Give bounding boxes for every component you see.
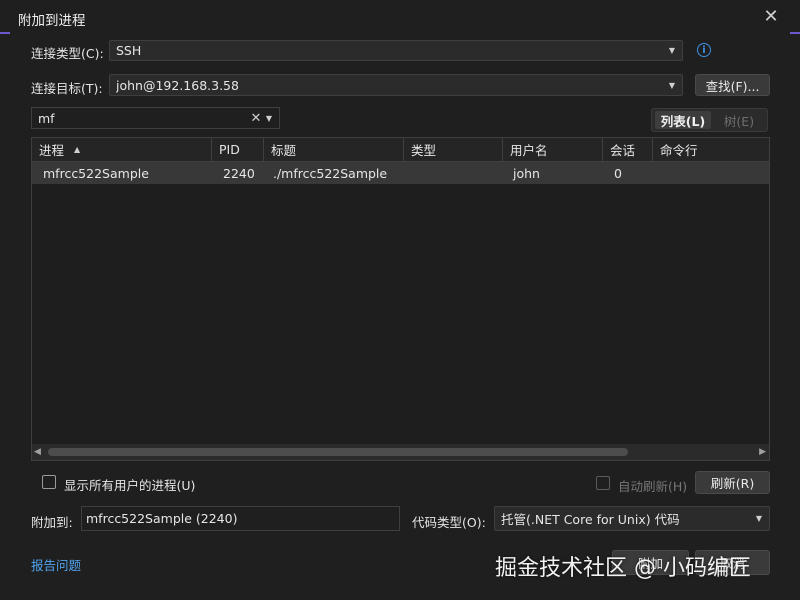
connection-target-label: 连接目标(T):	[31, 81, 103, 96]
connection-type-value: SSH	[116, 43, 142, 58]
column-header-type[interactable]: 类型	[404, 138, 503, 161]
sort-ascending-icon: ▲	[74, 145, 81, 154]
scroll-right-icon[interactable]: ▶	[759, 447, 766, 457]
connection-type-label: 连接类型(C):	[31, 46, 104, 61]
title-bar	[0, 0, 800, 32]
cell-title: ./mfrcc522Sample	[273, 165, 388, 181]
show-all-users-checkbox[interactable]	[42, 475, 56, 489]
attach-to-value: mfrcc522Sample (2240)	[86, 511, 238, 526]
tree-view-button[interactable]: 树(E)	[714, 111, 764, 129]
find-button[interactable]: 查找(F)...	[695, 74, 770, 96]
code-type-label: 代码类型(O):	[412, 515, 486, 530]
column-header-pid[interactable]: PID	[212, 138, 264, 161]
cell-pid: 2240	[223, 165, 255, 181]
column-header-process[interactable]: 进程 ▲	[32, 138, 212, 161]
process-filter-input[interactable]: mf ✕ ▼	[31, 107, 280, 129]
chevron-down-icon: ▼	[755, 514, 763, 523]
auto-refresh-label: 自动刷新(H)	[618, 479, 688, 494]
refresh-button[interactable]: 刷新(R)	[695, 471, 770, 494]
table-row[interactable]: mfrcc522Sample 2240 ./mfrcc522Sample joh…	[32, 162, 769, 184]
auto-refresh-checkbox[interactable]	[596, 476, 610, 490]
cell-session: 0	[614, 165, 622, 181]
chevron-down-icon: ▼	[668, 80, 676, 90]
dialog-title: 附加到进程	[18, 13, 86, 29]
scroll-left-icon[interactable]: ◀	[34, 447, 41, 457]
code-type-value: 托管(.NET Core for Unix) 代码	[501, 512, 680, 527]
report-problem-link[interactable]: 报告问题	[31, 555, 81, 574]
horizontal-scrollbar[interactable]: ◀ ▶	[32, 444, 769, 460]
cell-process: mfrcc522Sample	[43, 165, 149, 181]
background-accent-line-left	[0, 32, 10, 34]
cell-username: john	[513, 165, 540, 181]
column-header-session[interactable]: 会话	[603, 138, 653, 161]
code-type-dropdown[interactable]: 托管(.NET Core for Unix) 代码 ▼	[494, 506, 770, 531]
scrollbar-thumb[interactable]	[48, 448, 628, 456]
chevron-down-icon: ▼	[668, 46, 676, 55]
column-header-username[interactable]: 用户名	[503, 138, 603, 161]
attach-to-field[interactable]: mfrcc522Sample (2240)	[81, 506, 400, 531]
connection-target-dropdown[interactable]: john@192.168.3.58 ▼	[109, 74, 683, 96]
column-header-title[interactable]: 标题	[264, 138, 404, 161]
table-header: 进程 ▲ PID 标题 类型 用户名 会话 命令行	[32, 138, 769, 162]
info-icon[interactable]: i	[697, 43, 711, 57]
column-header-cmdline[interactable]: 命令行	[653, 138, 769, 161]
background-accent-line-right	[790, 32, 800, 34]
filter-value: mf	[38, 110, 55, 126]
clear-icon[interactable]: ✕	[249, 111, 263, 126]
process-table: 进程 ▲ PID 标题 类型 用户名 会话 命令行 mfrcc522Sample …	[31, 137, 770, 461]
watermark: 掘金技术社区 @ 小码编匠	[495, 556, 751, 581]
connection-type-dropdown[interactable]: SSH ▼	[109, 40, 683, 61]
chevron-down-icon[interactable]: ▼	[263, 114, 275, 123]
connection-target-value: john@192.168.3.58	[116, 77, 239, 93]
close-icon[interactable]: ✕	[760, 5, 782, 27]
list-view-button[interactable]: 列表(L)	[655, 111, 711, 129]
show-all-users-label: 显示所有用户的进程(U)	[64, 478, 196, 493]
attach-to-label: 附加到:	[31, 515, 73, 530]
